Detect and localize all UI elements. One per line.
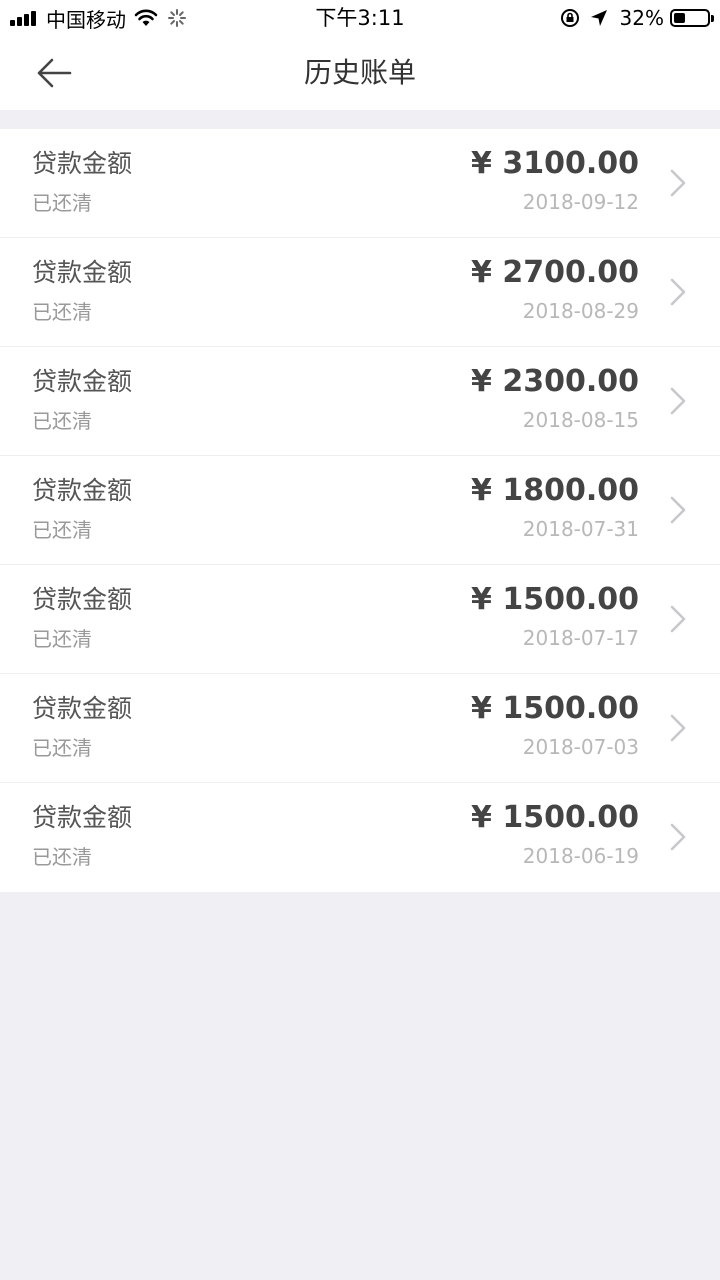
bill-list-item[interactable]: 贷款金额 已还清 ¥ 1500.00 2018-06-19 <box>0 783 720 892</box>
navigation-bar: 历史账单 <box>0 36 720 110</box>
loan-amount-value: ¥ 2300.00 <box>471 364 639 399</box>
loan-amount-label: 贷款金额 <box>32 803 133 832</box>
bill-list-item[interactable]: 贷款金额 已还清 ¥ 2300.00 2018-08-15 <box>0 347 720 456</box>
chevron-right-icon <box>670 169 686 197</box>
bill-list-item[interactable]: 贷款金额 已还清 ¥ 1500.00 2018-07-03 <box>0 674 720 783</box>
location-arrow-icon <box>590 10 607 26</box>
loan-amount-label: 贷款金额 <box>32 694 133 723</box>
loan-amount-label: 贷款金额 <box>32 258 133 287</box>
loan-amount-label: 贷款金额 <box>32 149 133 178</box>
page-title: 历史账单 <box>303 56 416 89</box>
bill-date: 2018-07-03 <box>522 735 639 759</box>
chevron-right-icon <box>670 605 686 633</box>
bill-list-item[interactable]: 贷款金额 已还清 ¥ 1800.00 2018-07-31 <box>0 456 720 565</box>
chevron-right-icon <box>670 387 686 415</box>
bill-date: 2018-09-12 <box>522 190 639 214</box>
bill-list-item[interactable]: 贷款金额 已还清 ¥ 3100.00 2018-09-12 <box>0 129 720 238</box>
repayment-status: 已还清 <box>32 300 92 324</box>
loan-amount-value: ¥ 2700.00 <box>471 255 639 290</box>
repayment-status: 已还清 <box>32 191 92 215</box>
loan-amount-value: ¥ 1500.00 <box>471 582 639 617</box>
repayment-status: 已还清 <box>32 736 92 760</box>
loan-amount-value: ¥ 1500.00 <box>471 691 639 726</box>
chevron-right-icon <box>670 278 686 306</box>
repayment-status: 已还清 <box>32 518 92 542</box>
loan-amount-value: ¥ 1800.00 <box>471 473 639 508</box>
loan-amount-label: 贷款金额 <box>32 585 133 614</box>
bill-date: 2018-07-17 <box>522 626 639 650</box>
repayment-status: 已还清 <box>32 409 92 433</box>
loan-amount-label: 贷款金额 <box>32 476 133 505</box>
rotation-lock-icon <box>560 9 579 27</box>
bill-date: 2018-06-19 <box>522 844 639 868</box>
repayment-status: 已还清 <box>32 627 92 651</box>
battery-percentage: 32% <box>619 6 664 30</box>
bill-history-list: 贷款金额 已还清 ¥ 3100.00 2018-09-12 贷款金额 已还清 ¥… <box>0 129 720 892</box>
status-bar: 中国移动 下午3:11 32% <box>0 0 720 36</box>
bill-list-item[interactable]: 贷款金额 已还清 ¥ 2700.00 2018-08-29 <box>0 238 720 347</box>
chevron-right-icon <box>670 823 686 851</box>
chevron-right-icon <box>670 496 686 524</box>
status-bar-right: 32% <box>560 5 714 31</box>
bill-date: 2018-08-15 <box>522 408 639 432</box>
repayment-status: 已还清 <box>32 845 92 869</box>
chevron-right-icon <box>670 714 686 742</box>
battery-icon <box>670 9 714 27</box>
bill-date: 2018-07-31 <box>522 517 639 541</box>
loan-amount-value: ¥ 1500.00 <box>471 800 639 835</box>
loan-amount-label: 贷款金额 <box>32 367 133 396</box>
bill-date: 2018-08-29 <box>522 299 639 323</box>
loan-amount-value: ¥ 3100.00 <box>471 146 639 181</box>
bill-list-item[interactable]: 贷款金额 已还清 ¥ 1500.00 2018-07-17 <box>0 565 720 674</box>
